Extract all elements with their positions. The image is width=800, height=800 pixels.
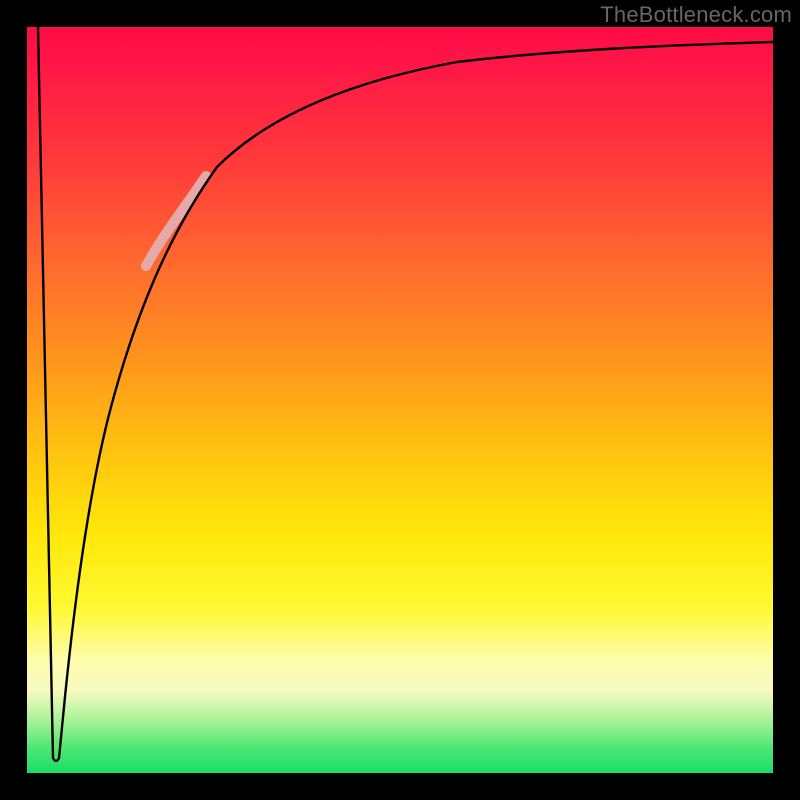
highlight-segment: [146, 176, 206, 266]
plot-area: [27, 27, 773, 773]
curve-svg: [27, 27, 773, 773]
watermark-label: TheBottleneck.com: [600, 2, 792, 28]
chart-frame: TheBottleneck.com: [0, 0, 800, 800]
bottleneck-curve: [38, 27, 773, 761]
